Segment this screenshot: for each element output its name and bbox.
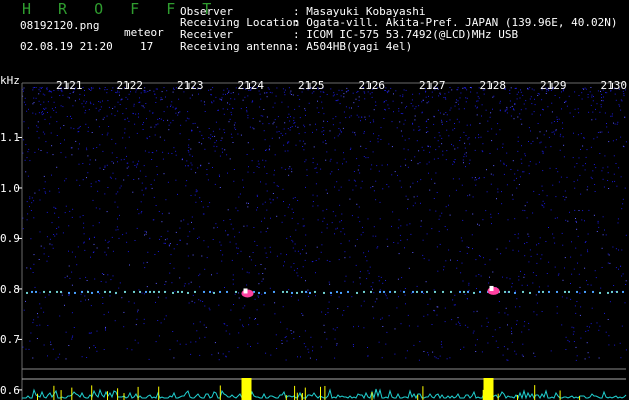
noise-field <box>22 87 627 361</box>
signal-spike <box>137 386 139 400</box>
signal-spike <box>422 386 424 400</box>
y-tick-label: 0.7 <box>0 333 20 347</box>
signal-spike <box>60 390 62 400</box>
x-tick-label: 2129 <box>540 79 567 92</box>
signal-spike <box>117 388 119 400</box>
signal-spike <box>123 393 125 400</box>
y-tick-label: 1.0 <box>0 181 20 195</box>
signal-spike <box>294 385 296 400</box>
signal-spike <box>559 390 561 400</box>
meteor-echo-core <box>243 288 248 294</box>
x-tick-label: 2126 <box>358 79 386 92</box>
x-tick-label: 2121 <box>56 79 83 92</box>
signal-spike <box>219 385 221 400</box>
x-tick-label: 2124 <box>237 79 265 92</box>
signal-spike <box>91 385 93 400</box>
signal-spike <box>579 396 581 400</box>
signal-spike <box>517 395 518 400</box>
signal-spike <box>71 387 73 400</box>
y-axis-unit: kHz <box>0 74 20 87</box>
signal-spike <box>320 386 321 400</box>
signal-spike <box>371 392 373 400</box>
x-tick-label: 2123 <box>177 79 204 92</box>
signal-spike <box>107 391 108 400</box>
x-tick-label: 2125 <box>298 79 325 92</box>
y-tick-label: 1.1 <box>0 131 20 145</box>
signal-spike <box>497 393 499 400</box>
signal-spike <box>53 385 55 400</box>
y-tick-label: 0.6 <box>0 383 20 397</box>
signal-spike <box>304 387 306 400</box>
meteor-echo-core <box>489 285 494 291</box>
signal-spike <box>482 389 484 400</box>
signal-spike <box>534 385 536 400</box>
carrier-trace <box>26 290 624 294</box>
signal-spike <box>417 394 419 400</box>
spectrogram-chart <box>18 82 627 400</box>
signal-spike <box>296 392 298 400</box>
signal-peak <box>483 378 494 400</box>
y-tick-label: 0.8 <box>0 282 20 296</box>
x-tick-label: 2127 <box>419 79 446 92</box>
signal-spike <box>158 386 160 400</box>
signal-peak <box>241 378 252 400</box>
y-tick-label: 0.9 <box>0 232 20 246</box>
signal-spike <box>37 393 38 400</box>
x-tick-label: 2130 <box>600 79 628 92</box>
signal-spike <box>324 386 326 400</box>
activity-trace <box>22 388 627 400</box>
x-tick-label: 2122 <box>116 79 144 92</box>
x-tick-label: 2128 <box>479 79 507 92</box>
signal-spike <box>301 393 303 400</box>
signal-spike <box>285 395 287 400</box>
